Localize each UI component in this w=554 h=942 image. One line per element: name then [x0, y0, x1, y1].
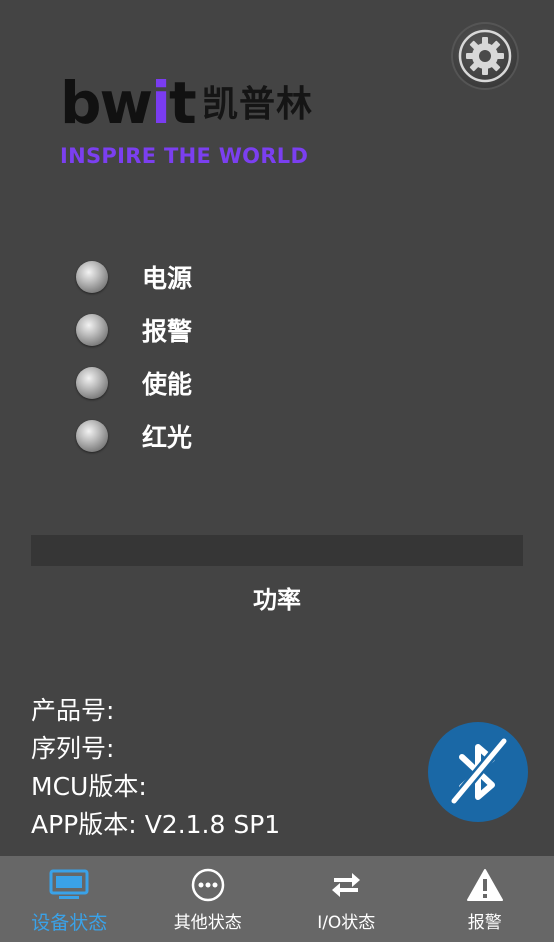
tab-label: 设备状态	[31, 912, 108, 934]
tab-label: I/O状态	[317, 913, 376, 933]
warning-icon	[466, 869, 503, 901]
power-label: 功率	[253, 586, 301, 614]
status-red-light: 红光	[76, 409, 192, 462]
logo-tagline: INSPIRE THE WORLD	[60, 144, 309, 168]
product-number-row: 产品号:	[31, 692, 280, 730]
mcu-version-label: MCU版本:	[31, 772, 147, 801]
serial-number-row: 序列号:	[31, 730, 280, 768]
swap-icon	[332, 873, 361, 897]
logo-wordmark: bwit	[60, 69, 197, 137]
red-light-led	[76, 419, 108, 452]
enable-led	[76, 366, 108, 399]
brand-logo: bwit 凯普林 INSPIRE THE WORLD	[60, 72, 340, 172]
status-label: 使能	[142, 369, 193, 399]
app-version-label: APP版本:	[31, 810, 137, 839]
alarm-led	[76, 313, 108, 346]
status-label: 报警	[142, 316, 193, 346]
tab-io-status[interactable]: I/O状态	[277, 856, 416, 942]
bottom-tab-bar: 设备状态 其他状态 I/O状态 报警	[0, 856, 554, 942]
tab-label: 报警	[467, 913, 502, 933]
product-number-label: 产品号:	[31, 696, 115, 725]
power-bar	[31, 535, 523, 566]
logo-chinese-name: 凯普林	[202, 84, 314, 125]
tab-device-status[interactable]: 设备状态	[0, 856, 139, 942]
app-version-value: V2.1.8 SP1	[144, 810, 281, 839]
status-alarm: 报警	[76, 303, 192, 356]
more-icon	[191, 868, 224, 902]
status-label: 红光	[142, 422, 193, 452]
bluetooth-disabled-icon	[449, 737, 509, 806]
status-power: 电源	[76, 250, 192, 303]
tab-alarm[interactable]: 报警	[416, 856, 554, 942]
power-led	[76, 260, 108, 293]
gear-icon	[458, 29, 512, 83]
tab-other-status[interactable]: 其他状态	[139, 856, 278, 942]
status-enable: 使能	[76, 356, 192, 409]
status-label: 电源	[142, 263, 193, 293]
settings-button[interactable]	[451, 22, 519, 90]
monitor-icon	[49, 869, 89, 899]
status-indicator-list: 电源 报警 使能 红光	[76, 250, 192, 462]
serial-number-label: 序列号:	[31, 734, 115, 763]
bluetooth-button[interactable]	[428, 722, 528, 822]
mcu-version-row: MCU版本:	[31, 768, 280, 806]
tab-label: 其他状态	[173, 913, 242, 933]
device-info: 产品号: 序列号: MCU版本: APP版本: V2.1.8 SP1	[31, 692, 280, 844]
app-version-row: APP版本: V2.1.8 SP1	[31, 806, 280, 844]
